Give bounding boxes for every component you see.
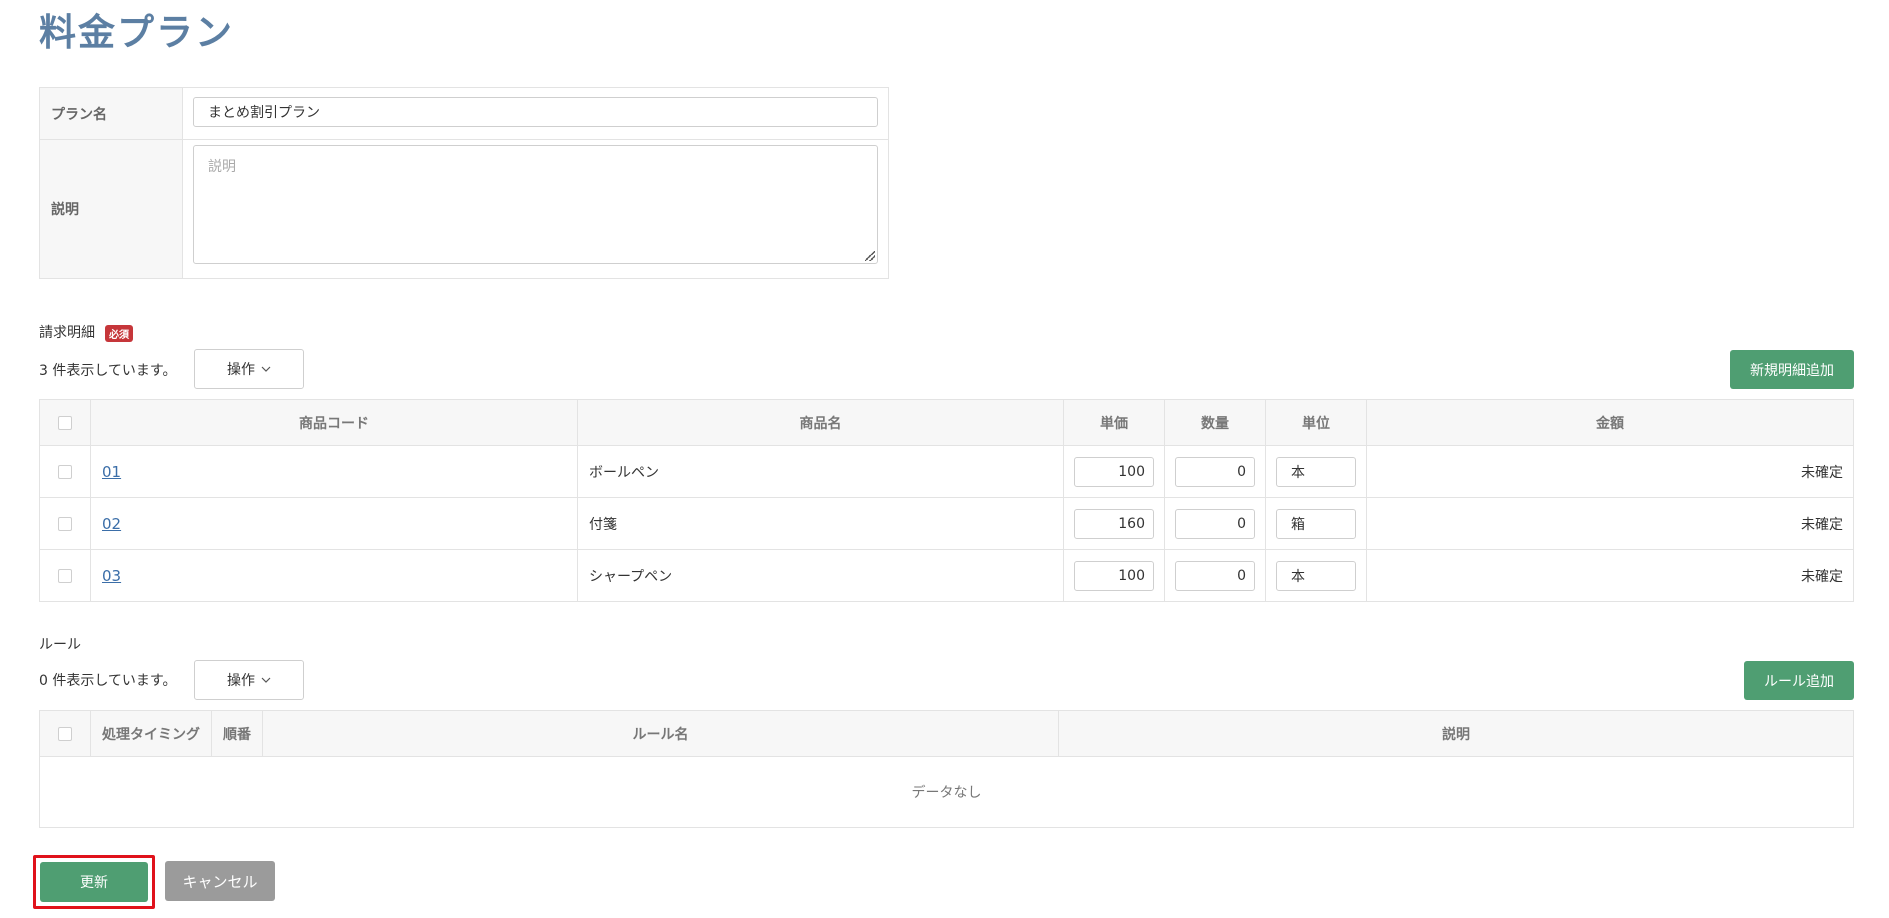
plan-name-input[interactable]: まとめ割引プラン bbox=[193, 97, 878, 127]
unit-price-input[interactable]: 100 bbox=[1074, 456, 1154, 487]
billing-operation-button[interactable]: 操作 bbox=[194, 349, 304, 389]
unit-price-cell: 160 bbox=[1064, 498, 1165, 549]
chevron-down-icon bbox=[261, 677, 271, 683]
header-product-code: 商品コード bbox=[91, 400, 578, 445]
select-all-cell bbox=[40, 400, 91, 445]
header-unit-price: 単価 bbox=[1064, 400, 1165, 445]
unit-price-cell: 100 bbox=[1064, 550, 1165, 601]
table-row: 01 ボールペン 100 0 本 未確定 bbox=[40, 446, 1853, 498]
header-order: 順番 bbox=[212, 711, 263, 756]
billing-count-text: 3 件表示しています。 bbox=[39, 363, 177, 379]
unit-cell: 本 bbox=[1266, 446, 1367, 497]
header-unit: 単位 bbox=[1266, 400, 1367, 445]
product-code-cell: 03 bbox=[91, 550, 578, 601]
amount: 未確定 bbox=[1801, 464, 1843, 481]
product-name: 付箋 bbox=[578, 498, 1064, 549]
unit-input[interactable]: 本 bbox=[1276, 456, 1356, 487]
update-button[interactable]: 更新 bbox=[40, 862, 148, 902]
row-check-cell bbox=[40, 446, 91, 497]
description-row: 説明 説明 bbox=[40, 140, 888, 278]
plan-name-label: プラン名 bbox=[40, 88, 183, 139]
page-title: 料金プラン bbox=[39, 11, 234, 54]
empty-state: データなし bbox=[911, 785, 982, 801]
rules-section-label: ルール bbox=[39, 637, 81, 653]
row-checkbox[interactable] bbox=[58, 568, 72, 583]
quantity-input[interactable]: 0 bbox=[1175, 456, 1255, 487]
table-row: 02 付箋 160 0 箱 未確定 bbox=[40, 498, 1853, 550]
header-rule-name: ルール名 bbox=[263, 711, 1059, 756]
update-button-highlight: 更新 bbox=[33, 855, 155, 909]
plan-name-row: プラン名 まとめ割引プラン bbox=[40, 88, 888, 140]
billing-section-label: 請求明細 必須 bbox=[39, 322, 133, 342]
page: 料金プラン プラン名 まとめ割引プラン 説明 説明 請求明細 必須 3 件表示して… bbox=[0, 0, 1889, 918]
required-badge: 必須 bbox=[105, 324, 133, 342]
add-rule-button[interactable]: ルール追加 bbox=[1744, 661, 1854, 700]
rules-select-all-checkbox[interactable] bbox=[58, 726, 72, 741]
select-all-checkbox[interactable] bbox=[58, 415, 72, 430]
unit-price-cell: 100 bbox=[1064, 446, 1165, 497]
product-name: シャープペン bbox=[578, 550, 1064, 601]
add-billing-detail-button[interactable]: 新規明細追加 bbox=[1730, 350, 1854, 389]
billing-operation-label: 操作 bbox=[227, 362, 255, 378]
header-product-name: 商品名 bbox=[578, 400, 1064, 445]
description-label: 説明 bbox=[40, 140, 183, 278]
rules-table: 処理タイミング 順番 ルール名 説明 データなし bbox=[39, 710, 1854, 828]
product-code-link[interactable]: 03 bbox=[102, 567, 121, 585]
product-code-link[interactable]: 01 bbox=[102, 463, 121, 481]
billing-section-title: 請求明細 bbox=[39, 325, 95, 341]
billing-table-header: 商品コード 商品名 単価 数量 単位 金額 bbox=[40, 400, 1853, 446]
unit-cell: 本 bbox=[1266, 550, 1367, 601]
table-row: 03 シャープペン 100 0 本 未確定 bbox=[40, 550, 1853, 601]
row-check-cell bbox=[40, 498, 91, 549]
product-code-cell: 01 bbox=[91, 446, 578, 497]
rules-select-all-cell bbox=[40, 711, 91, 756]
rules-operation-label: 操作 bbox=[227, 673, 255, 689]
rules-operation-button[interactable]: 操作 bbox=[194, 660, 304, 700]
rules-table-header: 処理タイミング 順番 ルール名 説明 bbox=[40, 711, 1853, 757]
unit-price-input[interactable]: 100 bbox=[1074, 560, 1154, 591]
row-checkbox[interactable] bbox=[58, 516, 72, 531]
quantity-cell: 0 bbox=[1165, 498, 1266, 549]
quantity-input[interactable]: 0 bbox=[1175, 560, 1255, 591]
resize-handle-icon[interactable] bbox=[865, 251, 875, 261]
header-description: 説明 bbox=[1442, 726, 1470, 743]
quantity-input[interactable]: 0 bbox=[1175, 508, 1255, 539]
row-check-cell bbox=[40, 550, 91, 601]
header-amount: 金額 bbox=[1596, 415, 1624, 432]
unit-input[interactable]: 本 bbox=[1276, 560, 1356, 591]
rules-count-text: 0 件表示しています。 bbox=[39, 673, 177, 689]
amount: 未確定 bbox=[1801, 568, 1843, 585]
amount: 未確定 bbox=[1801, 516, 1843, 533]
header-timing: 処理タイミング bbox=[91, 711, 212, 756]
chevron-down-icon bbox=[261, 366, 271, 372]
description-cell: 説明 bbox=[183, 140, 888, 278]
product-code-link[interactable]: 02 bbox=[102, 515, 121, 533]
header-quantity: 数量 bbox=[1165, 400, 1266, 445]
billing-table: 商品コード 商品名 単価 数量 単位 金額 01 ボールペン 100 0 本 未… bbox=[39, 399, 1854, 602]
plan-form: プラン名 まとめ割引プラン 説明 説明 bbox=[39, 87, 889, 279]
description-placeholder: 説明 bbox=[208, 159, 236, 175]
quantity-cell: 0 bbox=[1165, 550, 1266, 601]
row-checkbox[interactable] bbox=[58, 464, 72, 479]
product-code-cell: 02 bbox=[91, 498, 578, 549]
description-textarea[interactable]: 説明 bbox=[193, 145, 878, 264]
unit-price-input[interactable]: 160 bbox=[1074, 508, 1154, 539]
quantity-cell: 0 bbox=[1165, 446, 1266, 497]
unit-input[interactable]: 箱 bbox=[1276, 508, 1356, 539]
plan-name-cell: まとめ割引プラン bbox=[183, 88, 888, 139]
product-name: ボールペン bbox=[578, 446, 1064, 497]
cancel-button[interactable]: キャンセル bbox=[165, 861, 275, 901]
unit-cell: 箱 bbox=[1266, 498, 1367, 549]
